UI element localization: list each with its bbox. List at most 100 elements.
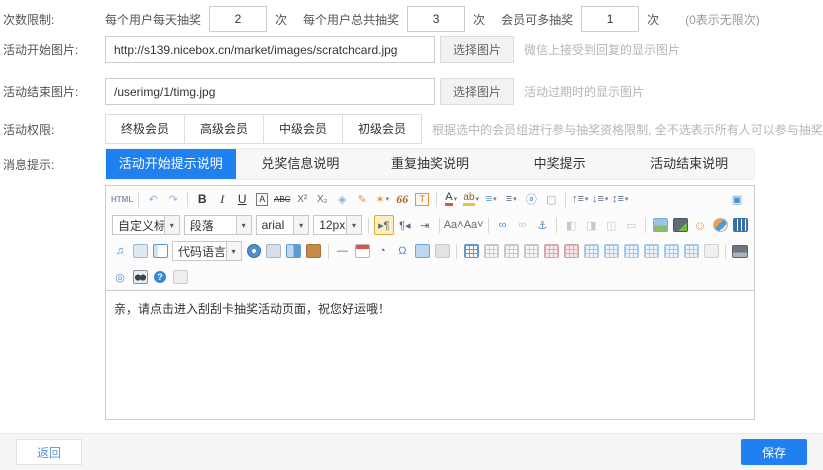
paragraph-spacing-after-icon[interactable]: ↓≡▾ <box>591 190 609 208</box>
member-group-option-1[interactable]: 高级会员 <box>185 115 264 143</box>
per-day-input[interactable] <box>209 6 267 32</box>
format-brush-icon[interactable]: ✎ <box>353 190 371 208</box>
auto-typeset-icon[interactable]: ✶▾ <box>373 190 391 208</box>
message-tab-1[interactable]: 兑奖信息说明 <box>236 149 366 179</box>
blockquote-icon[interactable]: 66 <box>393 190 411 208</box>
image-align-right-icon[interactable]: ◨ <box>582 216 600 234</box>
font-size-select[interactable]: 12px▾ <box>313 215 362 235</box>
ordered-list-icon[interactable]: ≡▾ <box>482 190 500 208</box>
permission-hint: 根据选中的会员组进行参与抽奖资格限制, 全不选表示所有人可以参与抽奖 <box>432 121 823 138</box>
member-group-option-3[interactable]: 初级会员 <box>343 115 421 143</box>
message-tabs: 活动开始提示说明兑奖信息说明重复抽奖说明中奖提示活动结束说明 <box>105 148 755 180</box>
rich-text-editor: HTML↶↷BIUAABCX²X₂◈✎✶▾66TA▾ab▾≡▾≡▾ⓐ▢↑≡▾↓≡… <box>105 185 755 420</box>
insert-row-above-icon[interactable] <box>582 242 600 260</box>
insert-picture-icon[interactable] <box>651 216 669 234</box>
eraser-icon[interactable]: ◈ <box>333 190 351 208</box>
member-group-option-0[interactable]: 终极会员 <box>106 115 185 143</box>
unlink-icon[interactable]: ∞ <box>513 216 531 234</box>
underline-icon[interactable]: U <box>233 190 251 208</box>
delete-col-icon[interactable] <box>682 242 700 260</box>
search-replace-icon[interactable] <box>131 268 149 286</box>
paste-text-icon[interactable]: T <box>413 190 431 208</box>
insert-table-icon[interactable] <box>462 242 480 260</box>
member-extra-label: 会员可多抽奖 <box>501 11 573 28</box>
redo-icon[interactable]: ↷ <box>164 190 182 208</box>
message-tab-2[interactable]: 重复抽奖说明 <box>365 149 495 179</box>
google-map-icon <box>433 242 451 260</box>
snapshot-icon[interactable] <box>245 242 263 260</box>
insert-col-icon <box>522 242 540 260</box>
save-button[interactable]: 保存 <box>741 439 807 465</box>
fullscreen-icon[interactable]: ▣ <box>728 190 746 208</box>
message-tab-3[interactable]: 中奖提示 <box>495 149 625 179</box>
attachment-icon[interactable] <box>131 242 149 260</box>
anchor-icon[interactable]: ⚓ <box>533 216 551 234</box>
bordered-text-icon[interactable]: A <box>253 190 271 208</box>
code-language-select[interactable]: 代码语言▾ <box>172 241 242 261</box>
strikethrough-icon[interactable]: ABC <box>273 190 291 208</box>
line-height-icon[interactable]: ↕≡▾ <box>611 190 629 208</box>
photo-album-icon[interactable] <box>671 216 689 234</box>
insert-music-icon[interactable]: ♫ <box>111 242 129 260</box>
message-tab-0[interactable]: 活动开始提示说明 <box>106 149 236 179</box>
font-family-select[interactable]: arial▾ <box>256 215 310 235</box>
superscript-icon[interactable]: X² <box>293 190 311 208</box>
custom-title-select[interactable]: 自定义标题▾ <box>112 215 180 235</box>
delete-row-icon[interactable] <box>662 242 680 260</box>
indent-icon[interactable]: ⇥ <box>416 216 434 234</box>
background-color-icon[interactable]: ab▾ <box>462 190 480 208</box>
horizontal-rule-icon[interactable]: — <box>333 242 351 260</box>
total-unit: 次 <box>473 11 485 28</box>
emoticon-icon[interactable]: ☺ <box>691 216 709 234</box>
time-icon[interactable]: ◔ <box>373 242 391 260</box>
word-image-icon[interactable] <box>305 242 323 260</box>
special-char-icon[interactable]: Ω <box>393 242 411 260</box>
lowercase-icon[interactable]: Aa˅ <box>465 216 483 234</box>
date-icon[interactable] <box>353 242 371 260</box>
link-icon[interactable]: ∞ <box>493 216 511 234</box>
total-input[interactable] <box>407 6 465 32</box>
html-source-button[interactable]: HTML <box>111 190 133 208</box>
insert-col-left-icon[interactable] <box>622 242 640 260</box>
end-image-pick-button[interactable]: 选择图片 <box>440 78 514 105</box>
insert-col-right-icon[interactable] <box>642 242 660 260</box>
start-image-input[interactable] <box>105 36 435 63</box>
member-group-option-2[interactable]: 中级会员 <box>264 115 343 143</box>
image-center-icon[interactable]: ◫ <box>602 216 620 234</box>
template-icon[interactable] <box>285 242 303 260</box>
message-tab-4[interactable]: 活动结束说明 <box>624 149 754 179</box>
subscript-icon[interactable]: X₂ <box>313 190 331 208</box>
editor-content[interactable]: 亲，请点击进入刮刮卡抽奖活动页面，祝您好运哦！ <box>106 290 754 419</box>
ltr-paragraph-icon[interactable]: ▸¶ <box>374 215 394 235</box>
insert-row-icon <box>502 242 520 260</box>
anchor-style-icon[interactable]: ⓐ <box>522 190 540 208</box>
insert-video-icon[interactable] <box>731 216 749 234</box>
insert-row-below-icon[interactable] <box>602 242 620 260</box>
baidu-map-icon[interactable] <box>413 242 431 260</box>
print-icon[interactable] <box>731 242 749 260</box>
bold-icon[interactable]: B <box>193 190 211 208</box>
font-color-icon[interactable]: A▾ <box>442 190 460 208</box>
uppercase-icon[interactable]: Aa˄ <box>445 216 463 234</box>
help-icon[interactable] <box>151 268 169 286</box>
preview-icon[interactable]: ◎ <box>111 268 129 286</box>
italic-icon[interactable]: I <box>213 190 231 208</box>
rtl-paragraph-icon[interactable]: ¶◂ <box>396 216 414 234</box>
unordered-list-icon[interactable]: ≡▾ <box>502 190 520 208</box>
start-image-pick-button[interactable]: 选择图片 <box>440 36 514 63</box>
back-button[interactable]: 返回 <box>16 439 82 465</box>
paragraph-format-select[interactable]: 段落▾ <box>184 215 252 235</box>
image-align-left-icon[interactable]: ◧ <box>562 216 580 234</box>
page-break-icon[interactable] <box>265 242 283 260</box>
start-image-label: 活动开始图片: <box>3 41 105 58</box>
limits-hint: (0表示无限次) <box>685 11 760 28</box>
insert-frame-icon[interactable] <box>151 242 169 260</box>
member-extra-input[interactable] <box>581 6 639 32</box>
paragraph-spacing-before-icon[interactable]: ↑≡▾ <box>571 190 589 208</box>
new-doc-icon[interactable]: ▢ <box>542 190 560 208</box>
toolbar-separator <box>556 218 557 233</box>
end-image-input[interactable] <box>105 78 435 105</box>
undo-icon[interactable]: ↶ <box>144 190 162 208</box>
scrawl-icon[interactable] <box>711 216 729 234</box>
image-block-icon[interactable]: ▭ <box>622 216 640 234</box>
